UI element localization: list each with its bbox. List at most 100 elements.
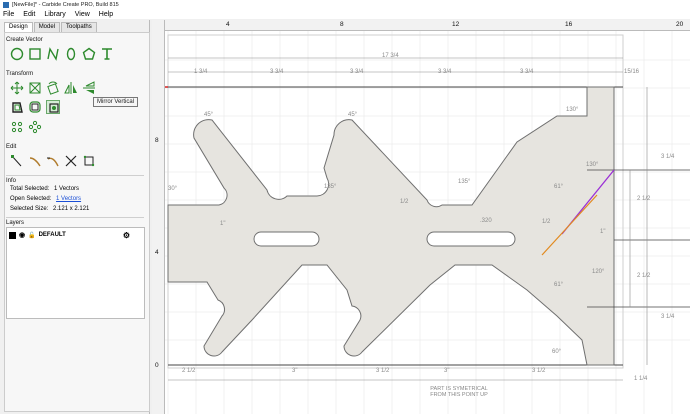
curve-tool-icon[interactable] (46, 47, 60, 61)
ruler-label: 4 (226, 21, 230, 28)
ruler-left: 8 4 0 (152, 20, 165, 414)
menu-bar: File Edit Library View Help (0, 9, 690, 19)
polygon-tool-icon[interactable] (82, 47, 96, 61)
info-total-label: Total Selected: (10, 186, 50, 192)
symmetry-note-line2: FROM THIS POINT UP (430, 392, 488, 398)
text-tool-icon[interactable] (100, 47, 114, 61)
layers-title: Layers (6, 220, 25, 226)
gear-icon[interactable]: ⚙ (123, 231, 130, 240)
info-size-label: Selected Size: (10, 206, 49, 212)
move-icon[interactable] (10, 81, 24, 95)
tab-toolpaths[interactable]: Toolpaths (61, 22, 97, 32)
svg-text:60°: 60° (552, 349, 562, 355)
mirror-horizontal-icon[interactable] (64, 81, 78, 95)
info-open-label: Open Selected: (10, 196, 52, 202)
info-open-value-link[interactable]: 1 Vectors (56, 196, 81, 202)
layer-color-swatch[interactable] (9, 231, 16, 239)
ellipse-tool-icon[interactable] (64, 47, 78, 61)
svg-text:61°: 61° (554, 282, 564, 288)
info-title: Info (6, 178, 17, 184)
svg-text:45°: 45° (204, 112, 214, 118)
ruler-label: 0 (155, 362, 159, 369)
tooltip: Mirror Vertical (93, 97, 139, 107)
svg-text:130°: 130° (566, 107, 579, 113)
ruler-label: 20 (676, 21, 684, 28)
svg-text:3 3/4: 3 3/4 (520, 69, 534, 75)
transform-title: Transform (6, 71, 34, 77)
svg-text:135°: 135° (324, 184, 337, 190)
layer-row[interactable]: ◉ 🔓 DEFAULT ⚙ (9, 230, 144, 240)
svg-text:1/2: 1/2 (400, 199, 409, 205)
eye-icon[interactable]: ◉ (19, 231, 25, 239)
menu-edit[interactable]: Edit (23, 11, 35, 18)
svg-text:135°: 135° (458, 179, 471, 185)
ruler-label: 8 (155, 137, 159, 144)
join-icon[interactable] (46, 154, 60, 168)
info-size: Selected Size: 2.121 x 2.121 (10, 206, 89, 212)
svg-text:3 1/2: 3 1/2 (376, 368, 390, 374)
mirror-vertical-icon[interactable] (82, 81, 96, 95)
tab-design[interactable]: Design (4, 22, 33, 32)
svg-text:30°: 30° (168, 186, 178, 192)
svg-text:.320: .320 (480, 218, 492, 224)
node-smooth-icon[interactable] (82, 154, 96, 168)
menu-library[interactable]: Library (44, 11, 65, 18)
divider (6, 217, 144, 218)
info-total: Total Selected: 1 Vectors (10, 186, 79, 192)
node-edit-icon[interactable] (10, 154, 24, 168)
menu-view[interactable]: View (75, 11, 90, 18)
info-total-value: 1 Vectors (54, 186, 80, 192)
rotate-icon[interactable] (46, 81, 60, 95)
svg-text:3": 3" (444, 368, 449, 374)
trim-icon[interactable] (28, 154, 42, 168)
menu-file[interactable]: File (3, 11, 14, 18)
info-open: Open Selected: 1 Vectors (10, 196, 81, 202)
rectangle-tool-icon[interactable] (28, 47, 42, 61)
svg-text:2 1/2: 2 1/2 (637, 273, 651, 279)
edit-title: Edit (6, 144, 17, 150)
svg-text:3 3/4: 3 3/4 (350, 69, 364, 75)
scale-icon[interactable] (28, 81, 42, 95)
svg-text:61°: 61° (554, 184, 564, 190)
title-bar: [NewFile]* - Carbide Create PRO, Build 8… (0, 0, 690, 9)
svg-text:1/2: 1/2 (542, 219, 551, 225)
tab-model[interactable]: Model (33, 22, 61, 32)
svg-text:1": 1" (220, 221, 225, 227)
panel-tabs: Design Model Toolpaths (4, 22, 98, 32)
layer-name: DEFAULT (38, 232, 66, 238)
circle-tool-icon[interactable] (10, 47, 24, 61)
svg-text:3 1/2: 3 1/2 (532, 368, 546, 374)
offset-icon[interactable] (10, 100, 24, 114)
design-panel: Design Model Toolpaths Create Vector Tra… (0, 20, 150, 414)
svg-text:130°: 130° (586, 162, 599, 168)
ruler-label: 4 (155, 249, 159, 256)
svg-text:3 3/4: 3 3/4 (438, 69, 452, 75)
array-icon[interactable] (28, 120, 42, 134)
cut-icon[interactable] (64, 154, 78, 168)
layers-list: ◉ 🔓 DEFAULT ⚙ (6, 227, 145, 319)
svg-text:2 1/2: 2 1/2 (182, 368, 196, 374)
ruler-label: 12 (452, 21, 460, 28)
fillet-icon[interactable] (28, 100, 42, 114)
svg-text:3 3/4: 3 3/4 (270, 69, 284, 75)
svg-text:15/16: 15/16 (624, 69, 640, 75)
svg-text:45°: 45° (348, 112, 358, 118)
canvas-drawing: 17 3/4 1 3/4 3 3/4 3 3/4 3 3/4 3 3/4 15/… (152, 20, 690, 414)
menu-help[interactable]: Help (99, 11, 113, 18)
svg-text:3": 3" (292, 368, 297, 374)
lock-icon[interactable]: 🔓 (28, 232, 35, 239)
svg-text:1 3/4: 1 3/4 (194, 69, 208, 75)
boolean-icon[interactable] (46, 100, 60, 114)
symmetry-note: PART IS SYMETRICAL FROM THIS POINT UP (424, 386, 494, 398)
window-title: [NewFile]* - Carbide Create PRO, Build 8… (12, 1, 119, 8)
svg-text:120°: 120° (592, 269, 605, 275)
svg-text:3 1/4: 3 1/4 (661, 154, 675, 160)
design-canvas[interactable]: 17 3/4 1 3/4 3 3/4 3 3/4 3 3/4 3 3/4 15/… (152, 20, 690, 414)
divider (6, 175, 144, 176)
create-vector-title: Create Vector (6, 37, 43, 43)
ruler-top: 4 8 12 16 20 (152, 20, 690, 31)
ruler-label: 16 (565, 21, 573, 28)
svg-text:1": 1" (600, 229, 605, 235)
svg-text:3 1/4: 3 1/4 (661, 314, 675, 320)
align-icon[interactable] (10, 120, 24, 134)
